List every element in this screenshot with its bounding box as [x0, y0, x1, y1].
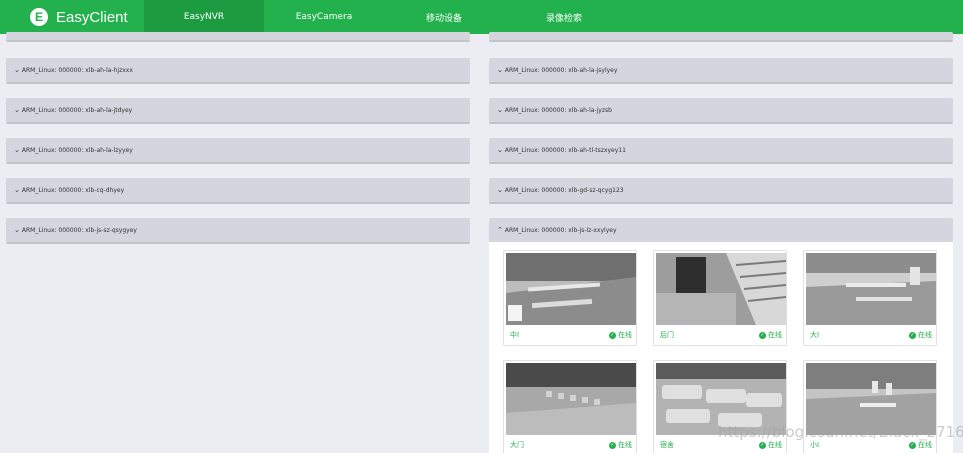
device-label: ARM_Linux: 000000: xlb-ah-la-jtdyey	[21, 106, 133, 114]
camera-card[interactable]: 大I ✓ 在线	[803, 250, 937, 346]
nav-item-easynvr[interactable]: EasyNVR	[144, 0, 264, 34]
device-bar[interactable]: ⌄ ARM_Linux: 000000: xlb-ah-la-lzyyey	[6, 138, 470, 164]
camera-name: 中I	[510, 331, 520, 339]
status-text: 在线	[918, 331, 932, 339]
check-circle-icon: ✓	[759, 331, 766, 339]
status-badge: ✓ 在线	[759, 440, 782, 450]
device-bar[interactable]: ⌄ ARM_Linux: 000000: xlb-cq-dhyey	[6, 178, 470, 204]
camera-card[interactable]: 宿舍 ✓ 在线	[653, 360, 787, 453]
device-label: ARM_Linux: 000000: xlb-gd-sz-qcyg123	[504, 186, 624, 194]
status-text: 在线	[918, 441, 932, 449]
chevron-down-icon: ⌄	[497, 66, 503, 74]
status-badge: ✓ 在线	[759, 330, 782, 340]
camera-snapshot	[806, 253, 936, 325]
nav-item-mobile-devices[interactable]: 移动设备	[384, 0, 504, 34]
device-bar-partial[interactable]	[489, 32, 953, 42]
device-label: ARM_Linux: 000000: xlb-js-lz-xxylyey	[504, 226, 617, 234]
device-label: ARM_Linux: 000000: xlb-cq-dhyey	[21, 186, 125, 194]
nav-item-easycamera[interactable]: EasyCamera	[264, 0, 384, 34]
device-bar[interactable]: ⌄ ARM_Linux: 000000: xlb-ah-la-jyzsb	[489, 98, 953, 124]
device-bar[interactable]: ⌄ ARM_Linux: 000000: xlb-gd-sz-qcyg123	[489, 178, 953, 204]
camera-name: 大门	[510, 441, 524, 449]
status-text: 在线	[768, 441, 782, 449]
device-label: ARM_Linux: 000000: xlb-ah-la-hjzxxx	[21, 66, 133, 74]
nav-item-recording-search[interactable]: 录像检索	[504, 0, 624, 34]
check-circle-icon: ✓	[609, 441, 616, 449]
chevron-down-icon: ⌄	[14, 226, 20, 234]
camera-name: 小I	[810, 441, 820, 449]
camera-card[interactable]: 中I ✓ 在线	[503, 250, 637, 346]
camera-card[interactable]: 大门 ✓ 在线	[503, 360, 637, 453]
chevron-down-icon: ⌄	[14, 66, 20, 74]
chevron-down-icon: ⌄	[497, 106, 503, 114]
camera-name: 宿舍	[660, 441, 674, 449]
check-circle-icon: ✓	[759, 441, 766, 449]
device-label: ARM_Linux: 000000: xlb-ah-la-lzyyey	[21, 146, 133, 154]
check-circle-icon: ✓	[909, 331, 916, 339]
device-bar-partial[interactable]	[6, 32, 470, 42]
status-text: 在线	[618, 331, 632, 339]
camera-snapshot	[656, 253, 786, 325]
device-bar[interactable]: ⌄ ARM_Linux: 000000: xlb-ah-la-jsylyey	[489, 58, 953, 84]
device-bar[interactable]: ⌄ ARM_Linux: 000000: xlb-ah-tl-tszxyey11	[489, 138, 953, 164]
status-text: 在线	[768, 331, 782, 339]
chevron-down-icon: ⌄	[14, 146, 20, 154]
device-bar[interactable]: ⌄ ARM_Linux: 000000: xlb-js-sz-qsygyey	[6, 218, 470, 244]
chevron-down-icon: ⌄	[14, 186, 20, 194]
status-badge: ✓ 在线	[909, 440, 932, 450]
camera-snapshot	[506, 363, 636, 435]
camera-snapshot	[656, 363, 786, 435]
device-label: ARM_Linux: 000000: xlb-ah-tl-tszxyey11	[504, 146, 626, 154]
chevron-down-icon: ⌄	[497, 186, 503, 194]
check-circle-icon: ✓	[609, 331, 616, 339]
chevron-down-icon: ⌄	[497, 146, 503, 154]
easyclient-logo-icon: E	[30, 8, 48, 26]
camera-snapshot	[506, 253, 636, 325]
check-circle-icon: ✓	[909, 441, 916, 449]
status-badge: ✓ 在线	[609, 330, 632, 340]
top-navbar: E EasyClient EasyNVR EasyCamera 移动设备 录像检…	[0, 0, 963, 34]
device-label: ARM_Linux: 000000: xlb-ah-la-jsylyey	[504, 66, 618, 74]
device-label: ARM_Linux: 000000: xlb-js-sz-qsygyey	[21, 226, 137, 234]
camera-card[interactable]: 后门 ✓ 在线	[653, 250, 787, 346]
status-badge: ✓ 在线	[909, 330, 932, 340]
camera-name: 后门	[660, 331, 674, 339]
device-label: ARM_Linux: 000000: xlb-ah-la-jyzsb	[504, 106, 612, 114]
status-badge: ✓ 在线	[609, 440, 632, 450]
chevron-up-icon: ⌃	[497, 226, 503, 234]
camera-card[interactable]: 小I ✓ 在线	[803, 360, 937, 453]
status-text: 在线	[618, 441, 632, 449]
camera-grid: 中I ✓ 在线 后门 ✓ 在线 大I ✓ 在线 大门 ✓ 在线 宿舍 ✓ 在线 …	[489, 242, 953, 453]
app-name: EasyClient	[56, 8, 128, 26]
camera-snapshot	[806, 363, 936, 435]
device-bar-expanded[interactable]: ⌃ ARM_Linux: 000000: xlb-js-lz-xxylyey	[489, 218, 953, 244]
camera-name: 大I	[810, 331, 820, 339]
device-bar[interactable]: ⌄ ARM_Linux: 000000: xlb-ah-la-hjzxxx	[6, 58, 470, 84]
brand[interactable]: E EasyClient	[30, 0, 128, 34]
device-bar[interactable]: ⌄ ARM_Linux: 000000: xlb-ah-la-jtdyey	[6, 98, 470, 124]
chevron-down-icon: ⌄	[14, 106, 20, 114]
